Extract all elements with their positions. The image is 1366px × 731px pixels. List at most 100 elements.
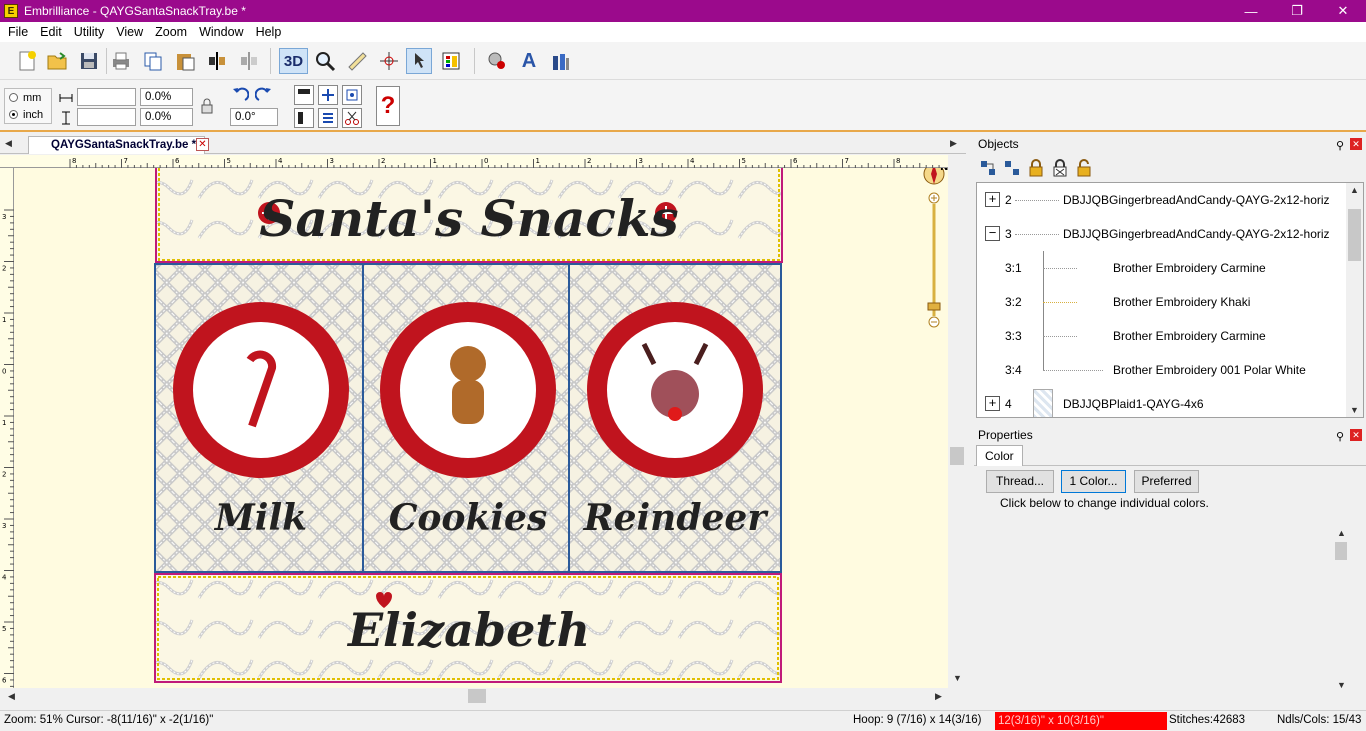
radio-mm[interactable] (9, 93, 18, 102)
preferred-button[interactable]: Preferred (1134, 470, 1199, 493)
height-percent-input[interactable]: 0.0% (140, 108, 193, 126)
one-color-button[interactable]: 1 Color... (1061, 470, 1126, 493)
align-top-icon[interactable] (294, 85, 314, 105)
properties-panel-close-icon[interactable]: ✕ (1350, 429, 1362, 441)
tab-scroll-right-icon[interactable]: ▶ (950, 138, 957, 149)
color-sequence-icon[interactable] (438, 48, 464, 74)
top-title-text: Santa's Snacks (259, 189, 678, 248)
window-controls: — ❐ ✕ (1228, 0, 1366, 22)
scroll-right-icon[interactable]: ▶ (935, 691, 942, 702)
design-canvas[interactable]: Santa's Snacks Milk Cookies Reindeer Eli… (14, 168, 948, 688)
close-tab-icon[interactable]: ✕ (196, 138, 209, 151)
ruler-h-label: 5 (227, 157, 231, 165)
expand-icon[interactable]: + (985, 192, 1000, 207)
unlock-icon[interactable] (1074, 158, 1094, 178)
open-icon[interactable] (44, 48, 70, 74)
objects-panel-close-icon[interactable]: ✕ (1350, 138, 1362, 150)
redo-icon[interactable] (254, 85, 274, 105)
save-icon[interactable] (76, 48, 102, 74)
object-row[interactable]: + 4 DBJJQBPlaid1-QAYG-4x6 (977, 387, 1347, 417)
scroll-down-icon[interactable]: ▼ (1337, 680, 1346, 690)
height-icon (56, 108, 76, 128)
copy-icon[interactable] (140, 48, 166, 74)
scroll-up-icon[interactable]: ▲ (1350, 185, 1359, 195)
color-row[interactable]: 3:1 Brother Embroidery Carmine (977, 251, 1347, 285)
objects-list[interactable]: + 2 DBJJQBGingerbreadAndCandy-QAYG-2x12-… (976, 182, 1364, 418)
zoom-icon[interactable] (312, 48, 338, 74)
maximize-button[interactable]: ❐ (1274, 0, 1320, 22)
list-icon[interactable] (318, 108, 338, 128)
objects-scroll-thumb[interactable] (1348, 209, 1361, 261)
lock-icon[interactable] (1026, 158, 1046, 178)
properties-scrollbar[interactable]: ▲ ▼ (1334, 526, 1348, 692)
width-input[interactable] (77, 88, 136, 106)
new-icon[interactable] (14, 48, 40, 74)
vertical-scroll-thumb[interactable] (950, 447, 964, 465)
tab-scroll-left-icon[interactable]: ◀ (5, 138, 12, 149)
object-row[interactable]: + 2 DBJJQBGingerbreadAndCandy-QAYG-2x12-… (977, 183, 1347, 217)
flip-icon[interactable] (204, 48, 230, 74)
unit-mm-label: mm (23, 91, 42, 104)
scroll-down-icon[interactable]: ▼ (953, 673, 962, 683)
menu-zoom[interactable]: Zoom (149, 25, 193, 39)
radio-inch[interactable] (9, 110, 18, 119)
center-design-icon[interactable] (342, 85, 362, 105)
ungroup-icon[interactable] (1002, 158, 1022, 178)
expand-icon[interactable]: + (985, 396, 1000, 411)
stitch-icon[interactable] (484, 48, 510, 74)
objects-scrollbar[interactable]: ▲ ▼ (1346, 183, 1363, 417)
text-icon[interactable]: A (516, 48, 542, 74)
lock-cancel-icon[interactable] (1050, 158, 1070, 178)
status-bar: Zoom: 51% Cursor: -8(11/16)" x -2(1/16)"… (0, 710, 1366, 731)
thread-button[interactable]: Thread... (986, 470, 1054, 493)
color-row[interactable]: 3:2 Brother Embroidery Khaki (977, 285, 1347, 319)
ruler-icon[interactable] (344, 48, 370, 74)
menu-file[interactable]: File (2, 25, 34, 39)
menu-edit[interactable]: Edit (34, 25, 68, 39)
fit-hoop-icon[interactable] (318, 85, 338, 105)
scroll-up-icon[interactable]: ▲ (1337, 528, 1346, 538)
compass-icon[interactable]: N (923, 168, 948, 185)
group-icon[interactable] (978, 158, 998, 178)
center-icon[interactable] (376, 48, 402, 74)
pin-icon[interactable]: ⚲ (1336, 137, 1344, 155)
scroll-left-icon[interactable]: ◀ (8, 691, 15, 702)
document-tab-bar: ◀ QAYGSantaSnackTray.be * ▶ (0, 134, 966, 154)
help-icon[interactable]: ? (376, 86, 400, 126)
select-icon[interactable] (406, 48, 432, 74)
thread-icon[interactable] (548, 48, 574, 74)
color-row[interactable]: 3:3 Brother Embroidery Carmine (977, 319, 1347, 353)
ruler-v-label: 5 (2, 625, 6, 633)
collapse-icon[interactable]: − (985, 226, 1000, 241)
width-percent-input[interactable]: 0.0% (140, 88, 193, 106)
scroll-down-icon[interactable]: ▼ (1350, 405, 1359, 415)
menu-help[interactable]: Help (250, 25, 288, 39)
scissors-icon[interactable] (342, 108, 362, 128)
color-row[interactable]: 3:4 Brother Embroidery 001 Polar White (977, 353, 1347, 387)
mirror-icon[interactable] (236, 48, 262, 74)
align-left-icon[interactable] (294, 108, 314, 128)
menu-view[interactable]: View (110, 25, 149, 39)
lock-ratio-icon[interactable] (197, 96, 217, 116)
rotation-input[interactable]: 0.0° (230, 108, 278, 126)
properties-scroll-thumb[interactable] (1335, 542, 1347, 560)
undo-icon[interactable] (230, 85, 250, 105)
zoom-slider[interactable] (927, 192, 941, 328)
horizontal-scroll-thumb[interactable] (468, 689, 486, 703)
print-icon[interactable] (108, 48, 134, 74)
object-row[interactable]: − 3 DBJJQBGingerbreadAndCandy-QAYG-2x12-… (977, 217, 1347, 251)
canvas-vertical-scrollbar[interactable]: ▼ (948, 155, 966, 688)
unit-inch-option[interactable]: inch (5, 106, 51, 123)
menu-utility[interactable]: Utility (68, 25, 111, 39)
menu-window[interactable]: Window (193, 25, 249, 39)
3d-toggle-button[interactable]: 3D (279, 48, 308, 74)
canvas-horizontal-scrollbar[interactable]: ◀ ▶ (0, 688, 948, 704)
color-name: Brother Embroidery Carmine (1113, 329, 1266, 343)
close-button[interactable]: ✕ (1320, 0, 1366, 22)
document-tab[interactable]: QAYGSantaSnackTray.be * (28, 136, 206, 154)
unit-mm-option[interactable]: mm (5, 89, 51, 106)
paste-icon[interactable] (172, 48, 198, 74)
height-input[interactable] (77, 108, 136, 126)
tab-color[interactable]: Color (976, 445, 1023, 466)
minimize-button[interactable]: — (1228, 0, 1274, 22)
